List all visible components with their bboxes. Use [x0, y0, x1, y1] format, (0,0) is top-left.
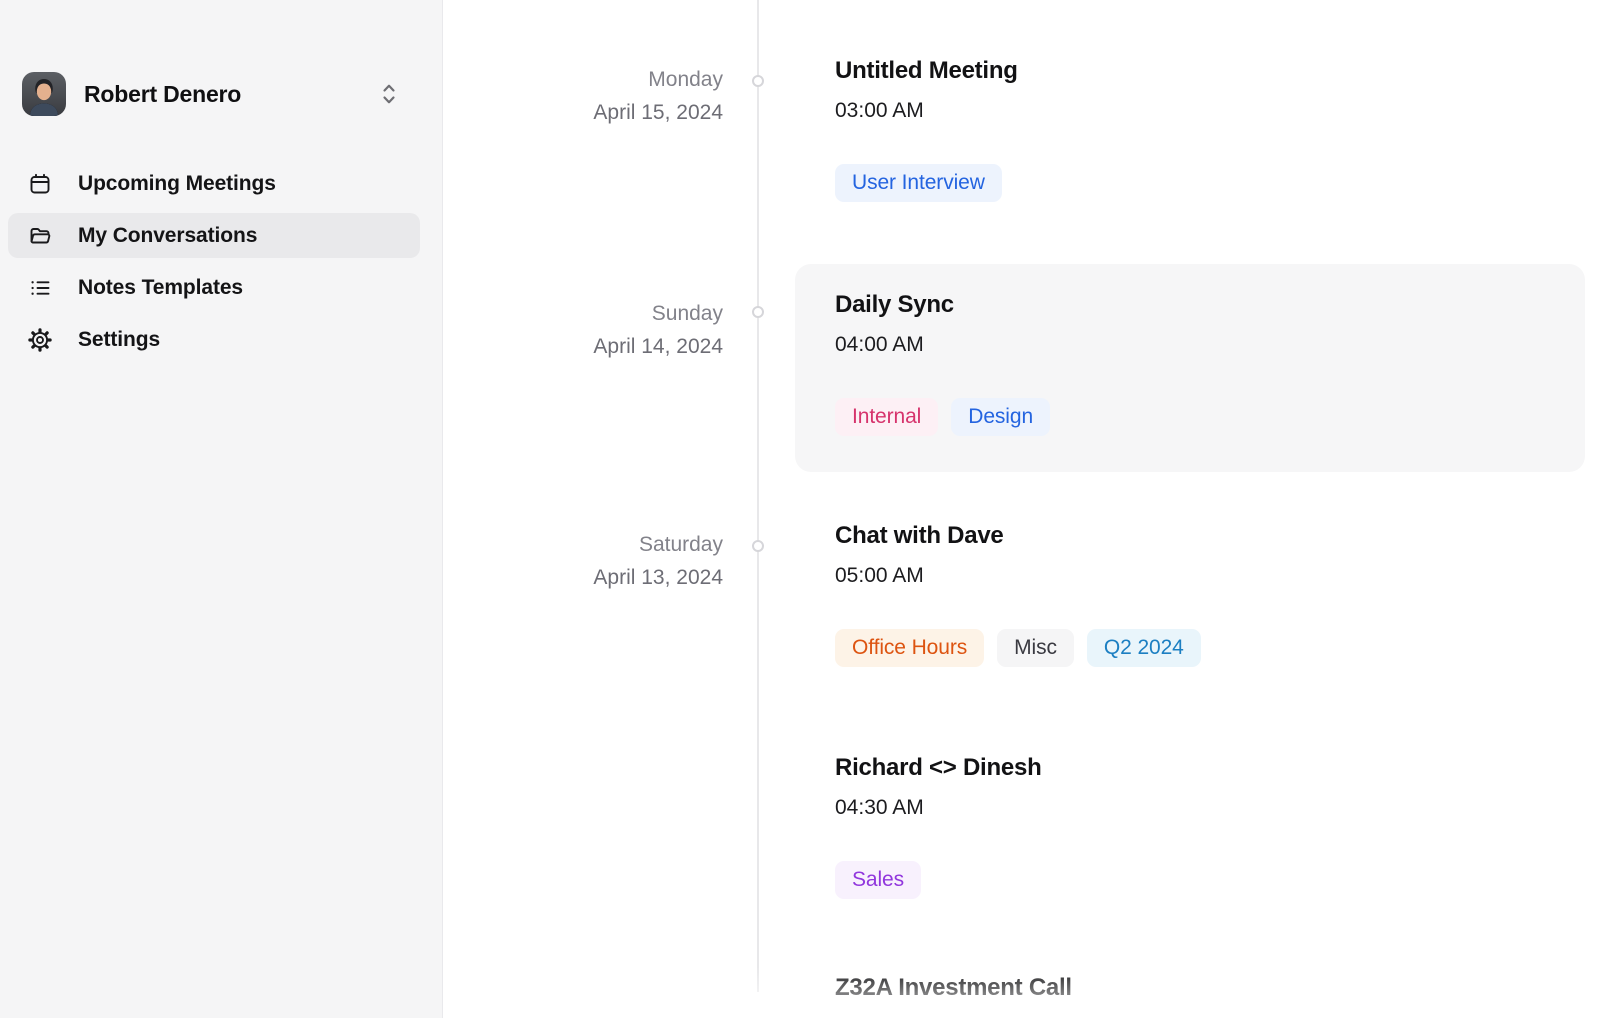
sidebar-item-upcoming-meetings[interactable]: Upcoming Meetings: [8, 161, 420, 206]
sidebar-item-label: Settings: [78, 328, 160, 352]
meeting-title: Daily Sync: [835, 288, 1545, 321]
meeting-card-z32a-investment-call[interactable]: Z32A Investment Call: [795, 947, 1585, 1018]
tag-misc[interactable]: Misc: [997, 629, 1074, 667]
tag-row: Office Hours Misc Q2 2024: [835, 629, 1545, 667]
tag-row: User Interview: [835, 164, 1545, 202]
meeting-card-chat-with-dave[interactable]: Chat with Dave 05:00 AM Office Hours Mis…: [795, 495, 1585, 703]
avatar: [22, 72, 66, 116]
sidebar-nav: Upcoming Meetings My Conversations: [8, 161, 420, 369]
timeline-dot: [752, 306, 764, 318]
folder-icon: [28, 224, 52, 248]
meeting-card-untitled-meeting[interactable]: Untitled Meeting 03:00 AM User Interview: [795, 30, 1585, 238]
sidebar-item-my-conversations[interactable]: My Conversations: [8, 213, 420, 258]
account-name: Robert Denero: [84, 81, 379, 108]
tag-q2-2024[interactable]: Q2 2024: [1087, 629, 1201, 667]
date-day: Sunday: [443, 297, 723, 330]
date-label: Sunday April 14, 2024: [443, 264, 723, 363]
sidebar-item-label: Notes Templates: [78, 276, 243, 300]
sidebar: Robert Denero Upcoming Meet: [0, 0, 443, 1018]
date-label: [443, 947, 723, 980]
date-full: April 15, 2024: [443, 96, 723, 129]
tag-row: Internal Design: [835, 398, 1545, 436]
chevron-up-down-icon[interactable]: [379, 81, 399, 107]
date-full: April 13, 2024: [443, 561, 723, 594]
list-icon: [28, 276, 52, 300]
timeline-row: Richard <> Dinesh 04:30 AM Sales: [443, 727, 1600, 935]
calendar-icon: [28, 172, 52, 196]
timeline-dot: [752, 540, 764, 552]
date-day: Monday: [443, 63, 723, 96]
date-day: Saturday: [443, 528, 723, 561]
meeting-card-daily-sync[interactable]: Daily Sync 04:00 AM Internal Design: [795, 264, 1585, 472]
meeting-title: Untitled Meeting: [835, 54, 1545, 87]
timeline-row: Monday April 15, 2024 Untitled Meeting 0…: [443, 30, 1600, 238]
meeting-title: Chat with Dave: [835, 519, 1545, 552]
tag-office-hours[interactable]: Office Hours: [835, 629, 984, 667]
sidebar-item-notes-templates[interactable]: Notes Templates: [8, 265, 420, 310]
timeline-row: Sunday April 14, 2024 Daily Sync 04:00 A…: [443, 264, 1600, 472]
tag-internal[interactable]: Internal: [835, 398, 938, 436]
meeting-time: 03:00 AM: [835, 96, 1545, 126]
date-label: [443, 727, 723, 760]
app-window: Robert Denero Upcoming Meet: [0, 0, 1600, 1018]
conversations-timeline: Monday April 15, 2024 Untitled Meeting 0…: [443, 0, 1600, 1018]
date-label: Monday April 15, 2024: [443, 30, 723, 129]
date-full: April 14, 2024: [443, 330, 723, 363]
tag-user-interview[interactable]: User Interview: [835, 164, 1002, 202]
date-label: Saturday April 13, 2024: [443, 495, 723, 594]
meeting-card-richard-dinesh[interactable]: Richard <> Dinesh 04:30 AM Sales: [795, 727, 1585, 935]
meeting-time: 04:00 AM: [835, 330, 1545, 360]
meeting-time: 05:00 AM: [835, 561, 1545, 591]
meeting-time: 04:30 AM: [835, 793, 1545, 823]
sidebar-item-label: Upcoming Meetings: [78, 172, 276, 196]
gear-icon: [28, 328, 52, 352]
tag-design[interactable]: Design: [951, 398, 1050, 436]
sidebar-item-settings[interactable]: Settings: [8, 317, 420, 362]
sidebar-item-label: My Conversations: [78, 224, 257, 248]
tag-row: Sales: [835, 861, 1545, 899]
timeline-row: Z32A Investment Call: [443, 947, 1600, 1018]
tag-sales[interactable]: Sales: [835, 861, 921, 899]
meeting-title: Z32A Investment Call: [835, 971, 1545, 1004]
timeline-dot: [752, 75, 764, 87]
meeting-title: Richard <> Dinesh: [835, 751, 1545, 784]
timeline-row: Saturday April 13, 2024 Chat with Dave 0…: [443, 495, 1600, 703]
account-switcher[interactable]: Robert Denero: [0, 68, 443, 120]
